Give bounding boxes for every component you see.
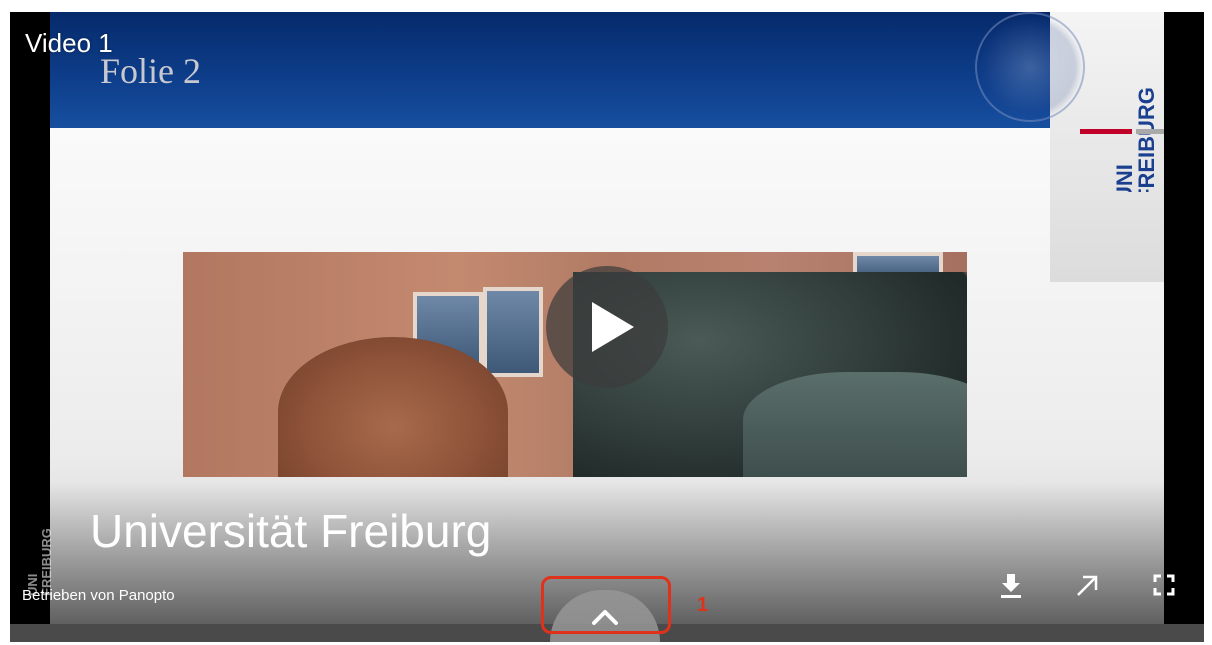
slide-main-title: Universität Freiburg [90, 505, 492, 557]
logo-gray-bar [1136, 129, 1164, 134]
external-link-icon [1077, 575, 1098, 596]
video-label: Video 1 [25, 28, 113, 58]
uni-freiburg-logo: UNI FREIBURG [1112, 87, 1159, 202]
small-uni-logo: UNI FREIBURG [25, 528, 54, 596]
slide-header: Folie 2 [50, 12, 1050, 128]
fullscreen-icon [1153, 574, 1175, 596]
play-icon [592, 302, 634, 352]
building-crest [278, 337, 508, 477]
download-button[interactable] [994, 568, 1028, 602]
annotation-number: 1 [697, 594, 709, 616]
svg-text:FREIBURG: FREIBURG [39, 528, 54, 596]
powered-by-link[interactable]: Betrieben von Panopto [22, 587, 175, 604]
annotation-highlight-box [541, 576, 671, 634]
university-seal [975, 12, 1085, 122]
popout-button[interactable] [1070, 568, 1104, 602]
slide-title: Folie 2 [100, 51, 202, 91]
statue-arm [743, 372, 967, 477]
logo-line-freiburg: FREIBURG [1134, 87, 1159, 192]
video-player[interactable]: Folie 2 UNI FREIBURG Video 1 UNI FREIBUR… [10, 12, 1204, 642]
fullscreen-button[interactable] [1147, 568, 1181, 602]
download-icon [1001, 574, 1021, 598]
university-logo: UNI FREIBURG [975, 12, 1164, 282]
logo-red-bar [1080, 129, 1132, 134]
play-button[interactable] [546, 266, 668, 388]
